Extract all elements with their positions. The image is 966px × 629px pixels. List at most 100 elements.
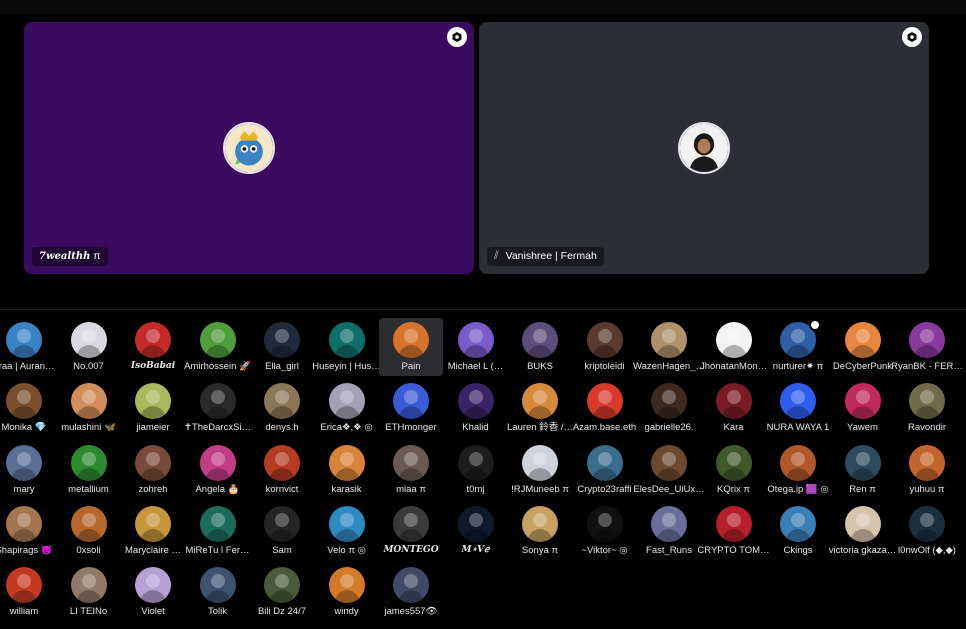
participant-tile[interactable]: NURA WAYA 1	[766, 379, 830, 437]
participant-tile[interactable]: ~Viktor~ ◎	[573, 502, 637, 560]
participant-avatar	[199, 322, 236, 358]
participant-tile[interactable]: Ella_girl	[250, 318, 314, 376]
participant-tile[interactable]: Fast_Runs	[637, 502, 701, 560]
participant-avatar	[6, 383, 42, 420]
participant-tile[interactable]: jiameier	[121, 379, 185, 437]
participant-tile[interactable]: Maryclaire …	[121, 502, 185, 560]
participant-avatar	[715, 322, 752, 358]
participant-tile[interactable]: !RJMuneeb π	[508, 441, 572, 499]
participant-tile[interactable]: KQrix π	[702, 441, 766, 499]
participant-grid: uraa | Auran…No.007IsoBabaiAmirhossein 🚀…	[0, 0, 966, 629]
participant-tile[interactable]: Crypto23raffi	[573, 441, 637, 499]
participant-avatar	[264, 444, 300, 481]
participant-tile[interactable]: Shapirags 👿	[0, 502, 56, 560]
participant-tile[interactable]: l0nwOlf (◆,◆)	[895, 502, 959, 560]
participant-tile[interactable]: Kara	[702, 379, 766, 437]
participant-avatar	[844, 383, 881, 420]
participant-tile[interactable]: LI TEINo	[57, 563, 121, 621]
participant-avatar	[328, 444, 365, 481]
participant-tile[interactable]: Yawem	[831, 379, 895, 437]
participant-tile[interactable]: ETHmonger	[379, 379, 443, 437]
participant-avatar	[651, 383, 687, 420]
participant-tile[interactable]: victoria gkaza…	[829, 502, 896, 560]
participant-avatar	[651, 322, 687, 358]
participant-tile[interactable]: Ren π	[831, 441, 895, 499]
participant-tile[interactable]: Khalid	[444, 379, 508, 437]
participant-tile[interactable]: MONTEGO	[379, 502, 443, 560]
participant-tile[interactable]: mulashini 🦋	[57, 379, 121, 437]
participant-tile[interactable]: JhonatanMon…	[700, 318, 767, 376]
participant-avatar	[199, 567, 236, 604]
participant-avatar	[715, 383, 752, 420]
participant-tile[interactable]: Sam	[250, 502, 314, 560]
participant-tile[interactable]: nurturer✷ π	[766, 318, 830, 376]
participant-tile[interactable]: yuhuu π	[895, 441, 959, 499]
participant-tile[interactable]: zohreh	[121, 441, 185, 499]
participant-avatar	[844, 444, 881, 481]
participant-tile[interactable]: IsoBabai	[121, 318, 185, 376]
participant-tile[interactable]: Tolik	[186, 563, 250, 621]
participant-avatar	[328, 383, 365, 420]
participant-tile[interactable]: windy	[315, 563, 379, 621]
participant-tile[interactable]: Bili Dz 24/7	[250, 563, 314, 621]
participant-tile[interactable]: metallium	[57, 441, 121, 499]
participant-tile[interactable]: Pain	[379, 318, 443, 376]
participant-avatar	[135, 444, 171, 481]
participant-tile[interactable]: Monika 💎	[0, 379, 56, 437]
participant-tile[interactable]: t0mj	[444, 441, 508, 499]
participant-avatar	[393, 322, 429, 358]
participant-tile[interactable]: No.007	[57, 318, 121, 376]
participant-tile[interactable]: miaa π	[379, 441, 443, 499]
participant-tile[interactable]: gabrielle26.	[637, 379, 701, 437]
participant-avatar	[586, 322, 623, 358]
participant-avatar	[393, 567, 429, 604]
participant-avatar	[70, 322, 107, 358]
participant-avatar	[780, 444, 816, 481]
participant-tile[interactable]: BUKS	[508, 318, 572, 376]
participant-tile[interactable]: Lauren 鈴香 /…	[507, 379, 573, 437]
participant-tile[interactable]: Sonya π	[508, 502, 572, 560]
participant-tile[interactable]: M⋆V𝑒	[444, 502, 508, 560]
participant-tile[interactable]: MiReTu l Fer…	[185, 502, 250, 560]
participant-avatar	[586, 505, 623, 542]
participant-tile[interactable]: kriptoleidi	[573, 318, 637, 376]
participant-tile[interactable]: Huseyin | Hus…	[312, 318, 381, 376]
participant-tile[interactable]: Ckings	[766, 502, 830, 560]
participant-tile[interactable]: Otega.ip 🟪 ◎	[766, 441, 830, 499]
status-badge	[809, 319, 821, 331]
participant-tile[interactable]: william	[0, 563, 56, 621]
participant-tile[interactable]: ElesDee_UiUx…	[633, 441, 705, 499]
participant-tile[interactable]: 0xsoli	[57, 502, 121, 560]
participant-tile[interactable]: Violet	[121, 563, 185, 621]
participant-avatar	[586, 383, 623, 420]
participant-tile[interactable]: uraa | Auran…	[0, 318, 56, 376]
participant-avatar	[70, 383, 107, 420]
participant-tile[interactable]: Azam.base.eth	[573, 379, 637, 437]
participant-avatar	[522, 444, 558, 481]
participant-tile[interactable]: Angela 🎂	[186, 441, 250, 499]
participant-tile[interactable]: ✝TheDarcxSi…	[184, 379, 251, 437]
participant-tile[interactable]: james557👁	[379, 563, 443, 621]
participant-avatar	[844, 322, 881, 358]
participant-avatar	[909, 322, 945, 358]
participant-avatar	[328, 505, 365, 542]
participant-tile[interactable]: mary	[0, 441, 56, 499]
participant-tile[interactable]: CRYPTO TOM…	[697, 502, 770, 560]
participant-avatar	[135, 322, 171, 358]
participant-avatar	[135, 383, 171, 420]
participant-tile[interactable]: WazenHagen_…	[633, 318, 705, 376]
participant-avatar	[6, 322, 42, 358]
participant-name: l0nwOlf (◆,◆)	[898, 544, 956, 556]
participant-tile[interactable]: RyanBK - FER…	[891, 318, 963, 376]
participant-tile[interactable]: DeCyberPunk	[831, 318, 895, 376]
participant-tile[interactable]: Ravondir	[895, 379, 959, 437]
participant-tile[interactable]: kornvict	[250, 441, 314, 499]
participant-tile[interactable]: Amirhossein 🚀	[184, 318, 251, 376]
participant-tile[interactable]: Erica❖,❖ ◎	[315, 379, 379, 437]
participant-tile[interactable]: denys.h	[250, 379, 314, 437]
participant-avatar	[264, 322, 300, 358]
participant-avatar	[70, 567, 107, 604]
participant-tile[interactable]: Michael L (…	[444, 318, 508, 376]
participant-tile[interactable]: Velo π ◎	[315, 502, 379, 560]
participant-tile[interactable]: karasik	[315, 441, 379, 499]
